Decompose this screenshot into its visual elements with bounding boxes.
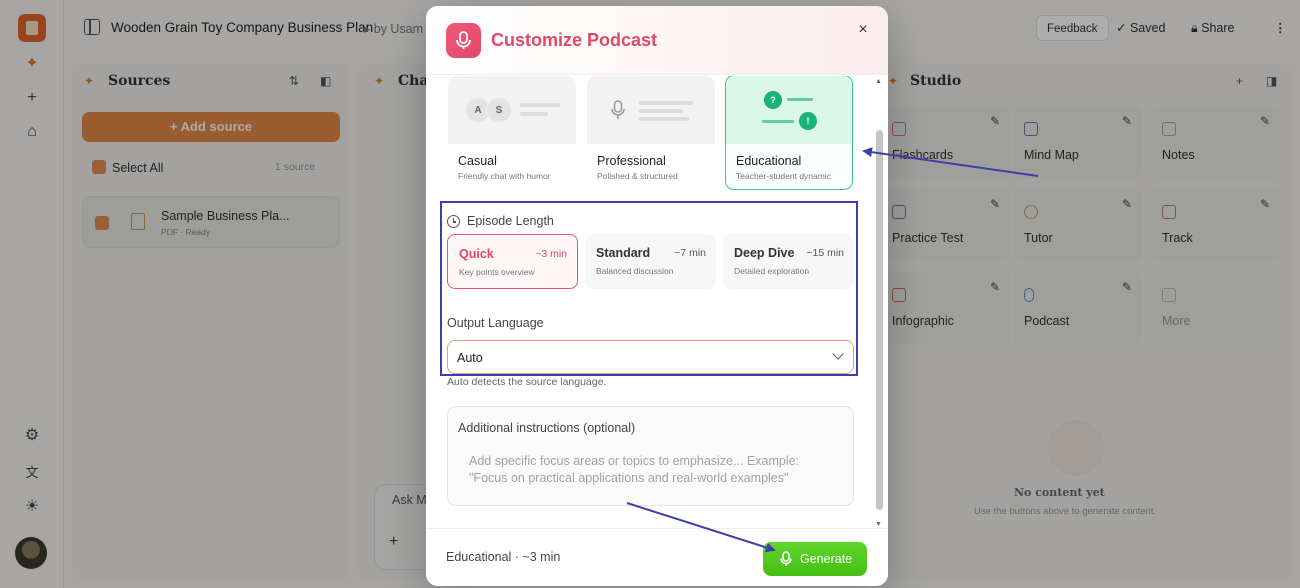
microphone-icon	[611, 100, 625, 119]
microphone-icon	[446, 23, 481, 58]
question-icon: ?	[764, 91, 782, 109]
preview-line	[520, 112, 548, 116]
avatar-s: S	[486, 97, 512, 123]
selection-summary: Educational · ~3 min	[446, 550, 561, 564]
exclamation-icon: !	[799, 112, 817, 130]
length-desc: Key points overview	[459, 267, 535, 277]
scroll-up-arrow-icon[interactable]: ▲	[875, 78, 882, 85]
language-hint: Auto detects the source language.	[447, 376, 607, 388]
length-name: Standard	[596, 246, 651, 260]
length-desc: Detailed exploration	[734, 266, 810, 276]
preview-line	[639, 109, 683, 113]
length-time: ~3 min	[535, 248, 567, 260]
length-time: ~15 min	[806, 247, 844, 259]
length-name: Deep Dive	[734, 246, 795, 260]
microphone-icon	[780, 551, 792, 566]
length-option-deep-dive[interactable]: Deep Dive ~15 min Detailed exploration	[723, 234, 854, 289]
language-value: Auto	[457, 351, 483, 365]
scrollbar[interactable]: ▲ ▼	[875, 76, 884, 528]
preview-line	[520, 103, 560, 107]
dialog-body: A S Casual Friendly chat with humor Prof…	[426, 76, 888, 528]
length-time: ~7 min	[674, 247, 706, 259]
preview-line	[639, 117, 689, 121]
preview-line	[787, 98, 813, 101]
style-preview	[587, 76, 715, 144]
style-name: Casual	[458, 154, 497, 168]
style-desc: Teacher-student dynamic	[736, 171, 831, 181]
style-card-professional[interactable]: Professional Polished & structured	[587, 76, 715, 189]
style-name: Professional	[597, 154, 666, 168]
length-option-standard[interactable]: Standard ~7 min Balanced discussion	[585, 234, 716, 289]
style-card-educational[interactable]: ? ! Educational Teacher-student dynamic	[725, 76, 853, 190]
style-card-casual[interactable]: A S Casual Friendly chat with humor	[448, 76, 576, 189]
instructions-label: Additional instructions (optional)	[458, 421, 636, 435]
style-name: Educational	[736, 154, 802, 168]
language-select[interactable]: Auto	[447, 340, 854, 374]
preview-line	[762, 120, 794, 123]
dialog-header: Customize Podcast ×	[426, 6, 888, 75]
dialog-footer: Educational · ~3 min Generate	[426, 528, 888, 586]
generate-button[interactable]: Generate	[763, 542, 867, 576]
instructions-placeholder: Add specific focus areas or topics to em…	[469, 454, 800, 485]
length-name: Quick	[459, 247, 494, 261]
generate-label: Generate	[800, 552, 853, 566]
scroll-down-arrow-icon[interactable]: ▼	[875, 521, 882, 528]
clock-icon	[447, 215, 460, 228]
episode-length-label: Episode Length	[467, 214, 554, 228]
style-preview: A S	[448, 76, 576, 144]
close-icon[interactable]: ×	[854, 21, 872, 39]
output-language-label: Output Language	[447, 316, 544, 330]
style-preview: ? !	[726, 76, 851, 144]
instructions-textarea[interactable]: Additional instructions (optional) Add s…	[447, 406, 854, 506]
dialog-title: Customize Podcast	[491, 30, 658, 50]
length-option-quick[interactable]: Quick ~3 min Key points overview	[447, 234, 578, 289]
scrollbar-thumb[interactable]	[876, 130, 883, 510]
style-desc: Friendly chat with humor	[458, 171, 551, 181]
length-desc: Balanced discussion	[596, 266, 674, 276]
preview-line	[639, 101, 693, 105]
customize-podcast-dialog: Customize Podcast × A S Casual Friendly …	[426, 6, 888, 586]
chevron-down-icon	[832, 348, 844, 360]
style-desc: Polished & structured	[597, 171, 678, 181]
